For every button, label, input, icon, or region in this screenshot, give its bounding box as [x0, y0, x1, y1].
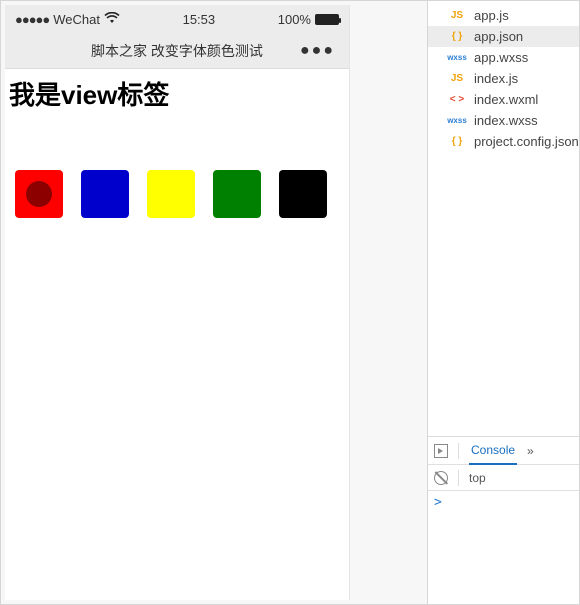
file-name: index.wxss: [474, 113, 538, 128]
signal-icon: ●●●●●: [15, 12, 49, 27]
file-item[interactable]: < > index.wxml: [428, 89, 579, 110]
console-prompt: >: [434, 495, 442, 510]
tab-console[interactable]: Console: [469, 437, 517, 465]
color-swatch[interactable]: [15, 170, 63, 218]
file-item[interactable]: JS app.js: [428, 5, 579, 26]
nav-bar: 脚本之家 改变字体颜色测试 ●●●: [5, 33, 349, 69]
status-bar: ●●●●● WeChat 15:53 100%: [5, 5, 349, 33]
file-item[interactable]: JS index.js: [428, 68, 579, 89]
file-explorer: JS app.js { } app.json wxss app.wxss JS index.j…: [428, 1, 579, 436]
file-name: index.wxml: [474, 92, 538, 107]
simulator-pane: ●●●●● WeChat 15:53 100% 脚本之家 改变字体颜色测试 ●●…: [0, 0, 428, 605]
file-type-icon: < >: [446, 94, 468, 105]
file-type-icon: JS: [446, 73, 468, 84]
separator: [458, 443, 459, 459]
file-item[interactable]: { } project.config.json: [428, 131, 579, 152]
battery-icon: [315, 14, 339, 25]
color-swatch[interactable]: [81, 170, 129, 218]
file-name: app.wxss: [474, 50, 528, 65]
color-swatch[interactable]: [279, 170, 327, 218]
element-picker-icon[interactable]: [434, 444, 448, 458]
color-swatch-row: [5, 112, 349, 218]
wifi-icon: [104, 11, 120, 27]
file-name: index.js: [474, 71, 518, 86]
side-pane: JS app.js { } app.json wxss app.wxss JS index.j…: [428, 0, 580, 605]
color-swatch[interactable]: [213, 170, 261, 218]
color-swatch[interactable]: [147, 170, 195, 218]
status-left: ●●●●● WeChat: [15, 11, 120, 27]
file-type-icon: { }: [446, 136, 468, 147]
file-type-icon: { }: [446, 31, 468, 42]
page-content: 我是view标签: [5, 69, 349, 600]
file-type-icon: wxss: [446, 116, 468, 125]
separator: [458, 470, 459, 486]
file-name: app.js: [474, 8, 509, 23]
file-name: project.config.json: [474, 134, 579, 149]
devtools-tabs: Console »: [428, 437, 579, 465]
tabs-overflow-icon[interactable]: »: [527, 444, 534, 458]
console-body[interactable]: >: [428, 491, 579, 604]
file-item[interactable]: { } app.json: [428, 26, 579, 47]
file-item[interactable]: wxss index.wxss: [428, 110, 579, 131]
file-type-icon: wxss: [446, 53, 468, 62]
page-title: 脚本之家 改变字体颜色测试: [91, 41, 263, 61]
clear-console-icon[interactable]: [434, 471, 448, 485]
status-right: 100%: [278, 12, 339, 27]
status-time: 15:53: [183, 12, 216, 27]
context-selector[interactable]: top: [469, 471, 486, 485]
view-label: 我是view标签: [5, 69, 349, 112]
file-type-icon: JS: [446, 10, 468, 21]
carrier-label: WeChat: [53, 12, 100, 27]
phone-frame: ●●●●● WeChat 15:53 100% 脚本之家 改变字体颜色测试 ●●…: [5, 5, 350, 600]
console-toolbar: top: [428, 465, 579, 491]
devtools-panel: Console » top >: [428, 436, 579, 604]
file-item[interactable]: wxss app.wxss: [428, 47, 579, 68]
nav-more-button[interactable]: ●●●: [300, 42, 335, 60]
battery-pct: 100%: [278, 12, 311, 27]
file-name: app.json: [474, 29, 523, 44]
